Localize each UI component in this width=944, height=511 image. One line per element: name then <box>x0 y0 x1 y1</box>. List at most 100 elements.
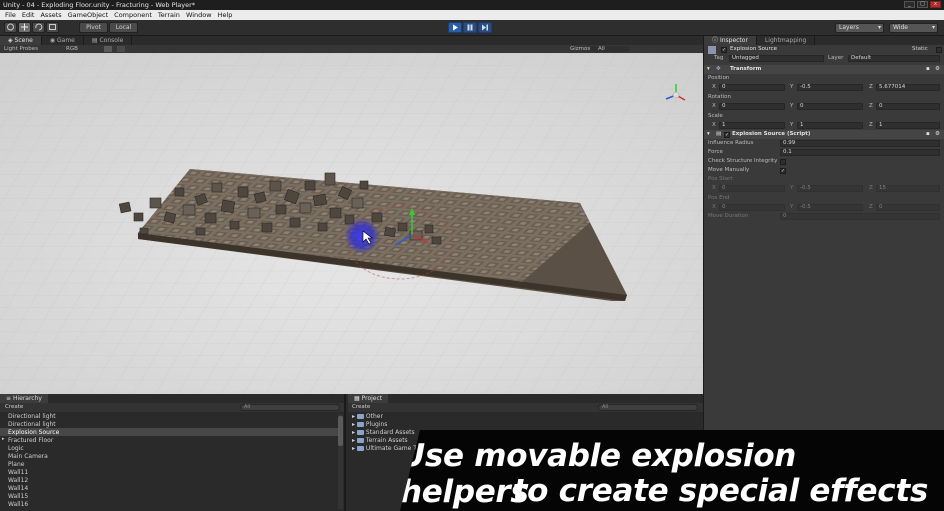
color-mode-dropdown[interactable]: RGB <box>66 45 78 53</box>
position-x-field[interactable]: 0 <box>719 84 785 91</box>
script-enabled-checkbox[interactable]: ✓ <box>724 131 730 138</box>
menu-component[interactable]: Component <box>111 10 155 20</box>
force-field[interactable]: 0.1 <box>780 149 940 156</box>
hierarchy-item[interactable]: Logic <box>8 445 24 452</box>
pause-button[interactable] <box>463 22 477 33</box>
layers-dropdown[interactable]: Layers <box>835 23 884 33</box>
static-checkbox[interactable] <box>936 46 942 53</box>
static-label: Static <box>912 46 928 52</box>
tab-game[interactable]: ◉ Game <box>41 36 84 45</box>
hierarchy-scroll-thumb[interactable] <box>338 416 343 446</box>
lighting-toggle[interactable] <box>104 46 112 52</box>
influence-radius-field[interactable]: 0.99 <box>780 140 940 147</box>
hierarchy-item[interactable]: Directional light <box>8 413 56 420</box>
tab-hierarchy[interactable]: ≡ Hierarchy <box>0 394 48 403</box>
scale-z-field[interactable]: 1 <box>876 122 940 129</box>
hierarchy-scrollbar[interactable] <box>338 414 343 509</box>
gear-icon[interactable]: ⚙ <box>935 130 940 139</box>
hand-icon <box>7 23 14 31</box>
menu-help[interactable]: Help <box>215 10 236 20</box>
hierarchy-item[interactable]: Fractured Floor <box>8 437 53 444</box>
scene-viewport[interactable] <box>0 53 703 394</box>
y-axis-label: Y <box>790 103 794 109</box>
hierarchy-item[interactable]: Main Camera <box>8 453 48 460</box>
rotation-z-field[interactable]: 0 <box>876 103 940 110</box>
object-name-field[interactable]: Explosion Source <box>730 45 777 54</box>
project-folder[interactable]: ▸ Terrain Assets <box>352 437 408 444</box>
tab-scene-label: Scene <box>14 37 33 44</box>
project-folder[interactable]: ▸ Standard Assets <box>352 429 415 436</box>
layers-label: Layers <box>839 24 859 31</box>
expand-arrow-icon[interactable]: ▸ <box>2 436 5 442</box>
position-fields: X 0 Y -0.5 Z 5.677014 <box>704 83 944 92</box>
play-button[interactable] <box>448 22 462 33</box>
move-manually-checkbox[interactable]: ✓ <box>780 167 786 174</box>
hierarchy-item[interactable]: Wall11 <box>8 469 28 476</box>
tab-console[interactable]: ▤ Console <box>83 36 133 45</box>
pos-start-x-field: 0 <box>719 185 785 192</box>
transform-header[interactable]: ▾ ✥ Transform ▪ ⚙ <box>704 65 944 74</box>
project-search[interactable]: All <box>598 404 698 411</box>
maximize-button[interactable]: □ <box>917 1 928 8</box>
project-create-button[interactable]: Create <box>352 403 370 412</box>
tab-lightmapping[interactable]: Lightmapping <box>756 36 816 45</box>
position-z-field[interactable]: 5.677014 <box>876 84 940 91</box>
tag-dropdown[interactable]: Untagged <box>729 55 824 62</box>
menu-assets[interactable]: Assets <box>37 10 64 20</box>
layer-dropdown[interactable]: Default <box>848 55 940 62</box>
scene-search[interactable]: All <box>590 46 630 52</box>
scale-tool-button[interactable] <box>46 22 59 33</box>
menu-window[interactable]: Window <box>183 10 215 20</box>
hierarchy-item[interactable]: Wall16 <box>8 501 28 508</box>
scale-icon <box>49 24 56 30</box>
layout-dropdown[interactable]: Wide <box>889 23 938 33</box>
active-checkbox[interactable]: ✓ <box>721 46 727 53</box>
hierarchy-create-button[interactable]: Create <box>5 403 23 412</box>
image-toggle[interactable] <box>117 46 125 52</box>
local-toggle[interactable]: Local <box>109 22 138 33</box>
rotation-y-field[interactable]: 0 <box>797 103 863 110</box>
menu-file[interactable]: File <box>2 10 19 20</box>
step-button[interactable] <box>478 22 492 33</box>
pivot-toggle[interactable]: Pivot <box>79 22 108 33</box>
rotation-x-field[interactable]: 0 <box>719 103 785 110</box>
close-button[interactable]: x <box>930 1 941 8</box>
project-folder[interactable]: ▸ Other <box>352 413 383 420</box>
scene-view-canvas[interactable] <box>0 53 703 394</box>
scale-x-field[interactable]: 1 <box>719 122 785 129</box>
panel-divider[interactable] <box>344 394 346 511</box>
menu-terrain[interactable]: Terrain <box>155 10 183 20</box>
hierarchy-item[interactable]: Plane <box>8 461 24 468</box>
hierarchy-item[interactable]: Wall15 <box>8 493 28 500</box>
hierarchy-item[interactable]: Wall12 <box>8 477 28 484</box>
tab-inspector[interactable]: ⓘ Inspector <box>704 36 757 45</box>
move-tool-button[interactable] <box>18 22 31 33</box>
x-axis-label: X <box>712 185 716 191</box>
project-folder[interactable]: ▸ Plugins <box>352 421 387 428</box>
hierarchy-item[interactable]: Wall14 <box>8 485 28 492</box>
minimize-button[interactable]: _ <box>904 1 915 8</box>
help-icon[interactable]: ▪ <box>926 130 930 139</box>
check-integrity-checkbox[interactable] <box>780 158 786 165</box>
position-y-field[interactable]: -0.5 <box>797 84 863 91</box>
render-mode-dropdown[interactable]: Light Probes <box>4 45 38 53</box>
foldout-arrow-icon: ▾ <box>707 131 710 137</box>
tab-scene[interactable]: ◈ Scene <box>0 36 42 45</box>
gear-icon[interactable]: ⚙ <box>935 65 940 74</box>
help-icon[interactable]: ▪ <box>926 65 930 74</box>
script-header[interactable]: ▾ ▤ ✓ Explosion Source (Script) ▪ ⚙ <box>704 130 944 139</box>
menu-edit[interactable]: Edit <box>19 10 38 20</box>
scale-y-field[interactable]: 1 <box>797 122 863 129</box>
object-header: ✓ Explosion Source Static <box>704 45 944 54</box>
hierarchy-item[interactable]: Directional light <box>8 421 56 428</box>
menu-gameobject[interactable]: GameObject <box>65 10 112 20</box>
tab-project[interactable]: ▦ Project <box>348 394 389 403</box>
inspector-tabs: ⓘ Inspector Lightmapping <box>704 36 944 45</box>
hierarchy-item-selected[interactable]: Explosion Source <box>8 429 59 436</box>
influence-radius-label: Influence Radius <box>708 140 754 146</box>
z-axis-label: Z <box>869 84 873 90</box>
gizmos-dropdown[interactable]: Gizmos <box>570 45 590 53</box>
rotate-tool-button[interactable] <box>32 22 45 33</box>
hand-tool-button[interactable] <box>4 22 17 33</box>
hierarchy-search[interactable]: All <box>240 404 340 411</box>
